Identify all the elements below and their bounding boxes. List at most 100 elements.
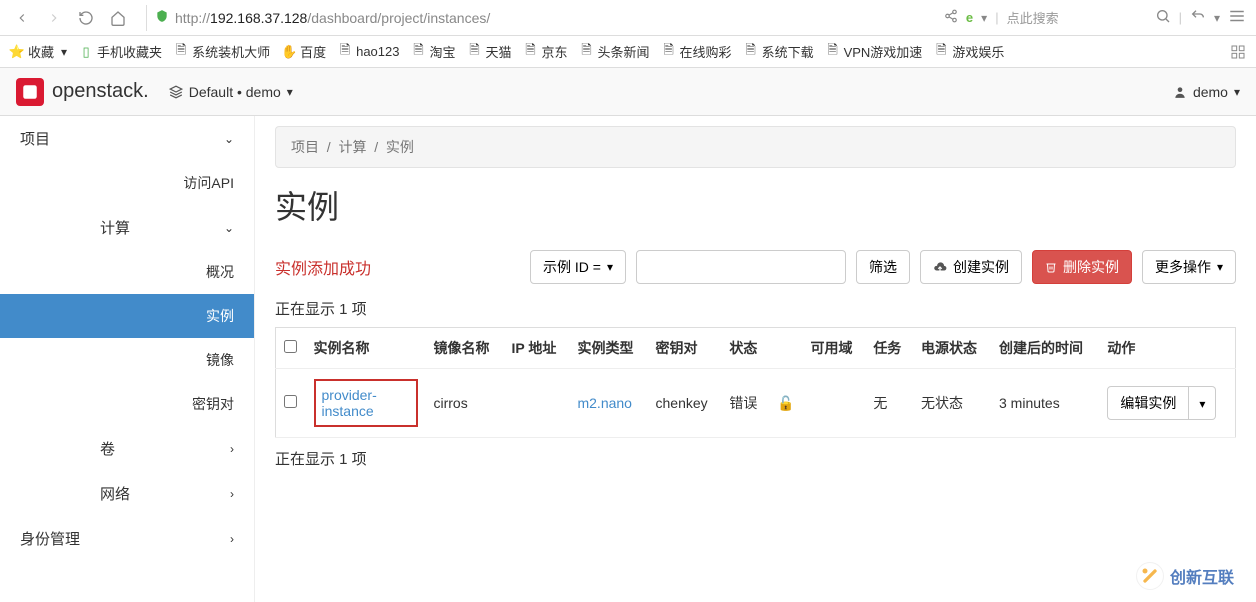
bookmark-link[interactable]: 🗎在线购彩 [662,42,732,61]
search-icon[interactable] [1155,8,1171,27]
engine-chevron-icon[interactable]: ▾ [981,11,987,25]
chevron-down-icon: ▾ [607,260,613,274]
col-status: 状态 [721,328,769,369]
sidebar-keypairs[interactable]: 密钥对 [0,382,254,426]
showing-count-top: 正在显示 1 项 [275,298,1236,319]
page-icon: 🗎 [411,45,425,59]
bookmark-link[interactable]: 🗎hao123 [338,44,399,59]
chevron-down-icon: ▾ [1217,260,1223,274]
bookmark-link[interactable]: 🗎淘宝 [411,42,455,61]
favorites-button[interactable]: ⭐ 收藏▾ [10,42,67,61]
page-icon: 🗎 [744,45,758,59]
mobile-icon: ▯ [79,45,93,59]
col-flavor: 实例类型 [569,328,647,369]
user-menu[interactable]: demo ▾ [1173,84,1240,100]
filter-button[interactable]: 筛选 [856,250,910,284]
sidebar-identity[interactable]: 身份管理 › [0,516,254,561]
sidebar-instances[interactable]: 实例 [0,294,254,338]
cell-keypair: chenkey [648,369,722,438]
cell-image: cirros [426,369,504,438]
col-name: 实例名称 [306,328,426,369]
success-message: 实例添加成功 [275,255,371,279]
sidebar-compute[interactable]: 计算 ⌄ [0,205,254,250]
chevron-down-icon: ▾ [287,85,293,99]
page-icon: 🗎 [338,45,352,59]
flavor-link[interactable]: m2.nano [577,395,631,411]
col-ip: IP 地址 [504,328,570,369]
page-title: 实例 [275,182,1236,228]
breadcrumb: 项目 / 计算 / 实例 [275,126,1236,168]
cell-age: 3 minutes [991,369,1099,438]
sidebar-images[interactable]: 镜像 [0,338,254,382]
browser-search-input[interactable]: 点此搜索 [1007,8,1147,27]
chevron-right-icon: › [230,487,234,501]
bookmark-link[interactable]: 🗎系统装机大师 [174,42,270,61]
home-button[interactable] [106,6,130,30]
url-bar[interactable]: http://192.168.37.128/dashboard/project/… [146,5,796,31]
cell-task: 无 [865,369,913,438]
page-icon: 🗎 [174,45,188,59]
bookmark-link[interactable]: 🗎VPN游戏加速 [826,42,923,61]
sidebar-project[interactable]: 项目 ⌄ [0,116,254,161]
bookmark-link[interactable]: 🗎天猫 [468,42,512,61]
page-icon: 🗎 [662,45,676,59]
col-task: 任务 [865,328,913,369]
delete-instance-button[interactable]: 删除实例 [1032,250,1132,284]
col-age: 创建后的时间 [991,328,1099,369]
forward-button[interactable] [42,6,66,30]
filter-input[interactable] [636,250,846,284]
col-keypair: 密钥对 [648,328,722,369]
bookmark-link[interactable]: 🗎京东 [524,42,568,61]
create-instance-button[interactable]: 创建实例 [920,250,1022,284]
watermark: 创新互联 [1136,562,1234,590]
chevron-down-icon: ⌄ [224,221,234,235]
filter-field-select[interactable]: 示例 ID =▾ [530,250,626,284]
undo-chevron-icon[interactable]: ▾ [1214,11,1220,25]
user-icon [1173,85,1187,99]
url-text: http://192.168.37.128/dashboard/project/… [175,10,490,26]
sidebar-api[interactable]: 访问API [0,161,254,205]
bookmark-link[interactable]: 🗎游戏娱乐 [934,42,1004,61]
refresh-button[interactable] [74,6,98,30]
cell-status: 错误 [721,369,769,438]
sidebar-network[interactable]: 网络 › [0,471,254,516]
breadcrumb-instances: 实例 [386,139,414,155]
page-icon: 🗎 [934,45,948,59]
row-actions-dropdown[interactable]: ▾ [1189,386,1216,420]
sidebar-volumes[interactable]: 卷 › [0,426,254,471]
menu-icon[interactable] [1228,7,1246,28]
table-row: provider-instance cirros m2.nano chenkey… [276,369,1236,438]
ie-icon[interactable]: e [966,10,973,25]
share-icon[interactable] [944,9,958,26]
undo-icon[interactable] [1190,8,1206,27]
edit-instance-button[interactable]: 编辑实例 [1107,386,1189,420]
project-selector[interactable]: Default • demo ▾ [169,84,293,100]
col-actions: 动作 [1099,328,1235,369]
cell-zone [802,369,865,438]
col-power: 电源状态 [913,328,991,369]
sidebar-overview[interactable]: 概况 [0,250,254,294]
bookmark-link[interactable]: 🗎系统下载 [744,42,814,61]
trash-icon [1045,261,1057,273]
col-zone: 可用域 [802,328,865,369]
more-actions-button[interactable]: 更多操作▾ [1142,250,1236,284]
bookmark-link[interactable]: 🗎头条新闻 [580,42,650,61]
mobile-favorites[interactable]: ▯ 手机收藏夹 [79,42,162,61]
cell-ip [504,369,570,438]
instance-name-link[interactable]: provider-instance [322,387,377,419]
baidu-icon: ✋ [282,45,296,59]
openstack-logo[interactable]: openstack. [16,78,149,106]
chevron-right-icon: › [230,442,234,456]
layers-icon [169,85,183,99]
row-checkbox[interactable] [284,395,297,408]
back-button[interactable] [10,6,34,30]
chevron-down-icon: ▾ [1199,397,1205,411]
breadcrumb-compute[interactable]: 计算 [338,139,366,155]
bookmark-link[interactable]: ✋百度 [282,42,326,61]
select-all-checkbox[interactable] [284,340,297,353]
page-icon: 🗎 [524,45,538,59]
extensions-button[interactable] [1230,44,1246,60]
unlock-icon: 🔓 [777,395,794,411]
cloud-upload-icon [933,260,947,274]
breadcrumb-project[interactable]: 项目 [291,139,319,155]
